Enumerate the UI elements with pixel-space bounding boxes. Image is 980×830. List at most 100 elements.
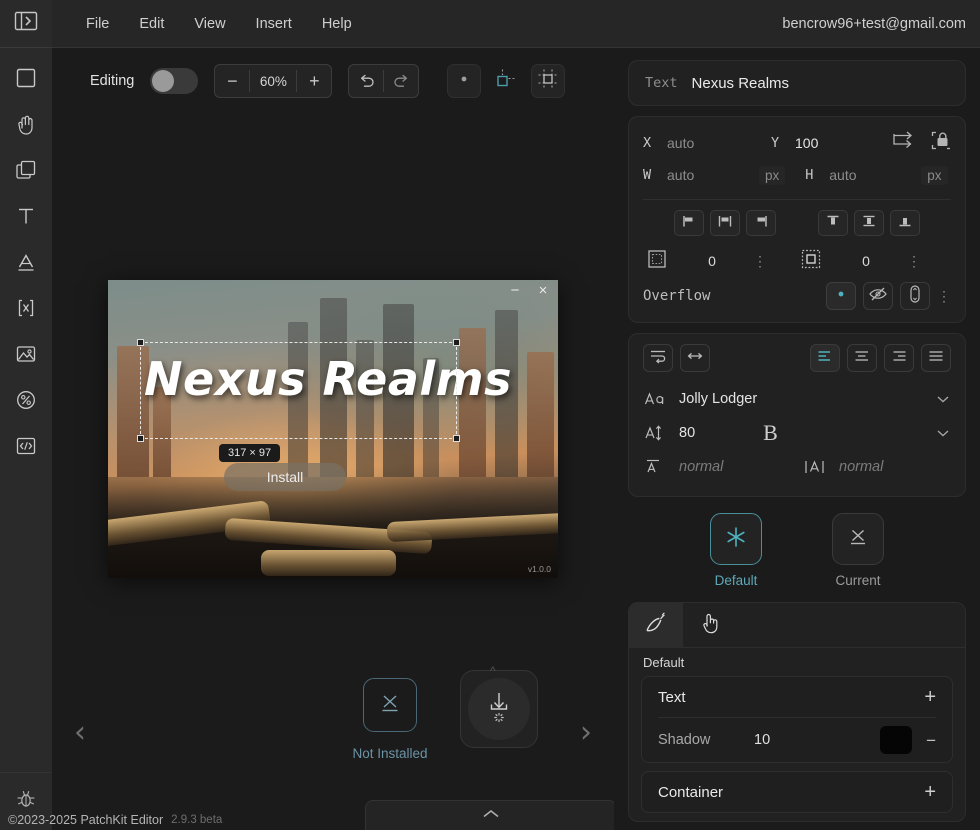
menu-insert[interactable]: Insert <box>242 10 306 38</box>
element-name-card[interactable]: Text Nexus Realms <box>628 60 966 106</box>
install-button[interactable]: Install <box>224 463 346 491</box>
margin-button[interactable] <box>797 248 825 274</box>
duplicate-tool[interactable] <box>6 150 46 190</box>
overflow-hidden-button[interactable] <box>863 282 893 310</box>
zoom-out-button[interactable]: − <box>215 65 249 97</box>
align-left-button[interactable] <box>674 210 704 236</box>
state-default[interactable]: Default <box>689 513 783 588</box>
snap-point-button[interactable] <box>447 64 482 98</box>
add-text-style-button[interactable]: + <box>924 687 936 707</box>
overflow-visible-button[interactable] <box>826 282 856 310</box>
text-align-justify-button[interactable] <box>921 344 951 372</box>
margin-value[interactable]: 0 <box>839 253 893 269</box>
margin-menu[interactable]: ⋮ <box>907 254 921 268</box>
code-tool[interactable] <box>6 426 46 466</box>
h-input[interactable]: auto <box>827 164 911 186</box>
menu-edit[interactable]: Edit <box>125 10 178 38</box>
brush-tab[interactable] <box>629 603 683 647</box>
text-align-right-button[interactable] <box>884 344 914 372</box>
w-unit[interactable]: px <box>759 165 786 185</box>
redo-button[interactable] <box>384 65 418 97</box>
font-family-row[interactable]: Jolly Lodger <box>643 382 951 416</box>
resize-handle-br[interactable] <box>453 435 460 442</box>
x-label: X <box>643 135 652 151</box>
font-weight-icon[interactable]: B <box>763 420 778 446</box>
line-height-value[interactable]: normal <box>679 459 723 475</box>
w-field[interactable]: W auto px <box>643 164 786 186</box>
y-field[interactable]: Y 100 <box>771 132 877 154</box>
h-field[interactable]: H auto px <box>805 164 948 186</box>
aspect-lock-icon[interactable] <box>929 130 951 157</box>
text-align-left-button[interactable] <box>810 344 840 372</box>
preview-window[interactable]: − × Nexus Realms 317 × 97 Install v1.0.0 <box>108 280 558 578</box>
overflow-menu[interactable]: ⋮ <box>937 289 951 303</box>
resize-handle-tl[interactable] <box>137 339 144 346</box>
account-email[interactable]: bencrow96+test@gmail.com <box>782 16 966 32</box>
align-right-button[interactable] <box>746 210 776 236</box>
nav-next-button[interactable]: › <box>580 718 592 748</box>
snap-grid-icon <box>537 68 559 95</box>
anchor-corner-icon[interactable] <box>891 131 915 156</box>
shadow-value[interactable]: 10 <box>754 732 770 748</box>
text-stretch-button[interactable] <box>680 344 710 372</box>
text-tool[interactable] <box>6 196 46 236</box>
font-tool[interactable] <box>6 242 46 282</box>
y-input[interactable]: 100 <box>793 132 877 154</box>
menu-help[interactable]: Help <box>308 10 366 38</box>
chevron-down-icon[interactable] <box>935 392 951 407</box>
state-current[interactable]: Current <box>811 513 905 588</box>
design-canvas[interactable]: − × Nexus Realms 317 × 97 Install v1.0.0… <box>52 114 614 800</box>
nav-prev-button[interactable]: ‹ <box>74 718 86 748</box>
letter-spacing-field[interactable]: normal <box>803 458 951 476</box>
download-button[interactable]: ^ <box>460 664 538 748</box>
padding-value[interactable]: 0 <box>685 253 739 269</box>
align-top-button[interactable] <box>818 210 848 236</box>
menu-view[interactable]: View <box>180 10 239 38</box>
status-icon-button[interactable] <box>363 678 417 732</box>
styles-tabs <box>629 603 965 648</box>
snap-object-button[interactable] <box>489 64 523 98</box>
letter-spacing-value[interactable]: normal <box>839 459 883 475</box>
snap-grid-button[interactable] <box>531 64 566 98</box>
align-center-horizontal-button[interactable] <box>710 210 740 236</box>
resize-handle-bl[interactable] <box>137 435 144 442</box>
font-weight-chevron-icon[interactable] <box>935 426 951 441</box>
state-default-button[interactable] <box>710 513 762 565</box>
progress-tool[interactable] <box>6 380 46 420</box>
pointer-tab[interactable] <box>683 603 737 647</box>
status-bar: ©2023-2025 PatchKit Editor 2.9.3 beta <box>0 810 614 830</box>
image-tool[interactable] <box>6 334 46 374</box>
text-align-center-button[interactable] <box>847 344 877 372</box>
h-unit[interactable]: px <box>921 165 948 185</box>
align-bottom-button[interactable] <box>890 210 920 236</box>
rectangle-tool[interactable] <box>6 58 46 98</box>
align-middle-vertical-button[interactable] <box>854 210 884 236</box>
zoom-level[interactable]: 60% <box>250 65 296 97</box>
variable-tool[interactable] <box>6 288 46 328</box>
menu-file[interactable]: File <box>72 10 123 38</box>
element-name-value[interactable]: Nexus Realms <box>692 75 790 92</box>
editing-toggle[interactable] <box>150 68 199 94</box>
hand-tool[interactable] <box>6 104 46 144</box>
font-size-value[interactable]: 80 <box>679 425 695 441</box>
zoom-in-button[interactable]: + <box>297 65 331 97</box>
minimize-icon[interactable]: − <box>506 282 524 300</box>
panel-toggle-button[interactable] <box>0 0 52 48</box>
x-field[interactable]: X auto <box>643 132 749 154</box>
selection-box[interactable] <box>137 339 460 442</box>
padding-menu[interactable]: ⋮ <box>753 254 767 268</box>
line-height-field[interactable]: normal <box>643 458 791 476</box>
x-input[interactable]: auto <box>665 132 749 154</box>
add-container-style-button[interactable]: + <box>924 782 936 802</box>
w-input[interactable]: auto <box>665 164 749 186</box>
close-icon[interactable]: × <box>534 282 552 300</box>
overflow-scroll-button[interactable] <box>900 282 930 310</box>
font-family-value[interactable]: Jolly Lodger <box>679 391 757 407</box>
resize-handle-tr[interactable] <box>453 339 460 346</box>
padding-button[interactable] <box>643 248 671 274</box>
state-current-button[interactable] <box>832 513 884 565</box>
shadow-color-swatch[interactable] <box>880 726 913 754</box>
remove-shadow-button[interactable]: − <box>926 732 936 749</box>
text-wrap-button[interactable] <box>643 344 673 372</box>
undo-button[interactable] <box>349 65 383 97</box>
